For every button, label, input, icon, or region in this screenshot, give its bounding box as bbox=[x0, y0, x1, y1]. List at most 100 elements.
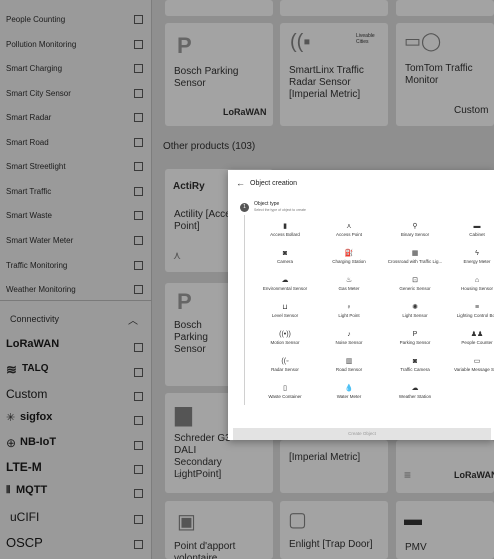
connectivity-row-custom[interactable]: Custom bbox=[0, 385, 152, 409]
filter-checkbox[interactable] bbox=[134, 39, 143, 49]
product-card[interactable]: ▬ PMV bbox=[396, 501, 494, 559]
object-type-option[interactable]: ((•)) Motion Sensor bbox=[253, 330, 317, 354]
object-type-option[interactable]: ⛽ Charging Station bbox=[317, 249, 381, 273]
object-type-option[interactable]: ◙ Traffic Camera bbox=[383, 357, 447, 381]
product-card[interactable]: ▣ Point d'apport volontaire bbox=[165, 501, 273, 559]
filter-checkbox[interactable] bbox=[134, 186, 143, 196]
connectivity-row-ltem[interactable]: LTE-M bbox=[0, 458, 152, 482]
object-type-option[interactable]: ♪ Noise Sensor bbox=[317, 330, 381, 354]
filter-row[interactable]: Smart Charging bbox=[0, 56, 152, 80]
object-type-label: Radar Sensor bbox=[271, 367, 299, 372]
object-type-option[interactable]: ▮ Access Bollard bbox=[253, 222, 317, 246]
product-card[interactable]: [Imperial Metric] bbox=[280, 440, 388, 493]
filter-row[interactable]: People Counting bbox=[0, 7, 152, 31]
connectivity-row-oscp[interactable]: OSCP bbox=[0, 533, 152, 557]
globe-icon: ⊕ bbox=[6, 436, 17, 450]
product-card[interactable] bbox=[396, 0, 494, 16]
object-type-option[interactable]: ⊔ Level Sensor bbox=[253, 303, 317, 327]
connectivity-row-lorawan[interactable]: LoRaWAN bbox=[0, 336, 152, 360]
object-type-label: Noise Sensor bbox=[335, 340, 363, 345]
product-name: SmartLinx Traffic Radar Sensor [Imperial… bbox=[289, 65, 364, 100]
filter-checkbox[interactable] bbox=[134, 284, 143, 294]
object-type-option[interactable]: ✺ Light Sensor bbox=[383, 303, 447, 327]
connectivity-row-nbiot[interactable]: ⊕ NB-IoT bbox=[0, 434, 152, 458]
filter-row[interactable]: Smart Road bbox=[0, 130, 152, 154]
connectivity-row-ucifi[interactable]: uCIFI bbox=[0, 508, 152, 532]
filter-checkbox[interactable] bbox=[134, 540, 143, 549]
object-type-option[interactable]: P Parking Sensor bbox=[383, 330, 447, 354]
filter-checkbox[interactable] bbox=[134, 14, 143, 24]
back-arrow-icon[interactable]: ← bbox=[236, 178, 245, 188]
connectivity-row-talq[interactable]: TALQ ≋ bbox=[0, 361, 152, 385]
filter-row[interactable]: Pollution Monitoring bbox=[0, 32, 152, 56]
people-counter-icon: ♟♟ bbox=[470, 331, 484, 338]
product-card[interactable]: ≡ LoRaWAN bbox=[396, 440, 494, 493]
filter-row[interactable]: Smart City Sensor bbox=[0, 81, 152, 105]
object-type-label: Traffic Camera bbox=[400, 367, 430, 372]
product-card[interactable]: ▢ Enlight [Trap Door] bbox=[280, 501, 388, 559]
connectivity-header[interactable]: Connectivity ︿ bbox=[0, 308, 152, 330]
filter-checkbox[interactable] bbox=[134, 392, 143, 401]
object-type-option[interactable]: ▦ Crossroad with Traffic Lig... bbox=[383, 249, 447, 273]
object-type-option[interactable]: ϟ Energy Meter bbox=[445, 249, 494, 273]
lightpoint-device-icon: ▆ bbox=[175, 401, 192, 426]
filter-checkbox[interactable] bbox=[134, 416, 143, 425]
object-type-option[interactable]: ▯ Waste Container bbox=[253, 384, 317, 408]
object-type-label: Lighting Control Box bbox=[456, 313, 494, 318]
filter-checkbox[interactable] bbox=[134, 465, 143, 474]
weather-station-icon: ☁ bbox=[411, 385, 419, 392]
object-type-option[interactable]: ⌂ Housing Sensor bbox=[445, 276, 494, 300]
filter-row[interactable]: Smart Traffic bbox=[0, 179, 152, 203]
filter-checkbox[interactable] bbox=[134, 441, 143, 450]
filter-row[interactable]: Weather Monitoring bbox=[0, 277, 152, 301]
filter-checkbox[interactable] bbox=[134, 210, 143, 220]
filter-row[interactable]: Traffic Monitoring bbox=[0, 253, 152, 277]
create-object-button[interactable]: Create Object bbox=[233, 428, 491, 440]
filter-row[interactable]: Smart Waste bbox=[0, 203, 152, 227]
object-type-option[interactable]: ☁ Weather Station bbox=[383, 384, 447, 408]
object-type-option[interactable]: ☁ Environmental Sensor bbox=[253, 276, 317, 300]
trap-door-icon: ▢ bbox=[288, 509, 307, 531]
filter-checkbox[interactable] bbox=[134, 260, 143, 270]
connectivity-row-sigfox[interactable]: ✳ sigfox bbox=[0, 409, 152, 433]
sidebar-divider bbox=[0, 300, 152, 301]
filter-checkbox[interactable] bbox=[134, 112, 143, 122]
filter-checkbox[interactable] bbox=[134, 368, 143, 377]
object-type-option[interactable]: ♀ Light Point bbox=[317, 303, 381, 327]
product-name: Schreder G3 DALI Secondary LightPoint] bbox=[174, 433, 231, 480]
message-sign-icon: ▭ bbox=[473, 358, 481, 365]
object-type-option[interactable]: ◙ Camera bbox=[253, 249, 317, 273]
product-card[interactable] bbox=[165, 0, 273, 16]
object-type-option[interactable]: 💧 Water Meter bbox=[317, 384, 381, 408]
connectivity-row-mqtt[interactable]: ⦀ MQTT bbox=[0, 482, 152, 506]
filter-checkbox[interactable] bbox=[134, 63, 143, 73]
filter-label: Pollution Monitoring bbox=[6, 39, 77, 49]
filter-label: Smart Water Meter bbox=[6, 235, 74, 245]
filter-checkbox[interactable] bbox=[134, 515, 143, 524]
object-type-option[interactable]: ⚲ Binary Sensor bbox=[383, 222, 447, 246]
sigfox-mark-icon: ✳ bbox=[6, 412, 16, 424]
filter-checkbox[interactable] bbox=[134, 343, 143, 352]
object-type-option[interactable]: ⋏ Access Point bbox=[317, 222, 381, 246]
object-type-option[interactable]: ▭ Variable Message Sign bbox=[445, 357, 494, 381]
filter-checkbox[interactable] bbox=[134, 137, 143, 147]
filter-row[interactable]: Smart Water Meter bbox=[0, 228, 152, 252]
product-card[interactable]: P Bosch Parking Sensor LoRaWAN bbox=[165, 23, 273, 126]
filter-row[interactable]: Smart Radar bbox=[0, 105, 152, 129]
filter-checkbox[interactable] bbox=[134, 161, 143, 171]
product-card[interactable]: ((▪ Liveable Cities SmartLinx Traffic Ra… bbox=[280, 23, 388, 126]
chevron-up-icon[interactable]: ︿ bbox=[128, 312, 138, 327]
object-type-option[interactable]: ((◦ Radar Sensor bbox=[253, 357, 317, 381]
object-type-option[interactable]: ♟♟ People Counter bbox=[445, 330, 494, 354]
object-type-option[interactable]: ♨ Gas Meter bbox=[317, 276, 381, 300]
filter-row[interactable]: Smart Streetlight bbox=[0, 154, 152, 178]
object-type-option[interactable]: ≡ Lighting Control Box bbox=[445, 303, 494, 327]
object-type-option[interactable]: ⊡ Generic Sensor bbox=[383, 276, 447, 300]
object-type-option[interactable]: ▬ Cabinet bbox=[445, 222, 494, 246]
product-card[interactable] bbox=[280, 0, 388, 16]
filter-checkbox[interactable] bbox=[134, 489, 143, 498]
filter-checkbox[interactable] bbox=[134, 235, 143, 245]
filter-checkbox[interactable] bbox=[134, 88, 143, 98]
product-card[interactable]: ▭◯ TomTom Traffic Monitor Custom bbox=[396, 23, 494, 126]
object-type-option[interactable]: ▥ Road Sensor bbox=[317, 357, 381, 381]
